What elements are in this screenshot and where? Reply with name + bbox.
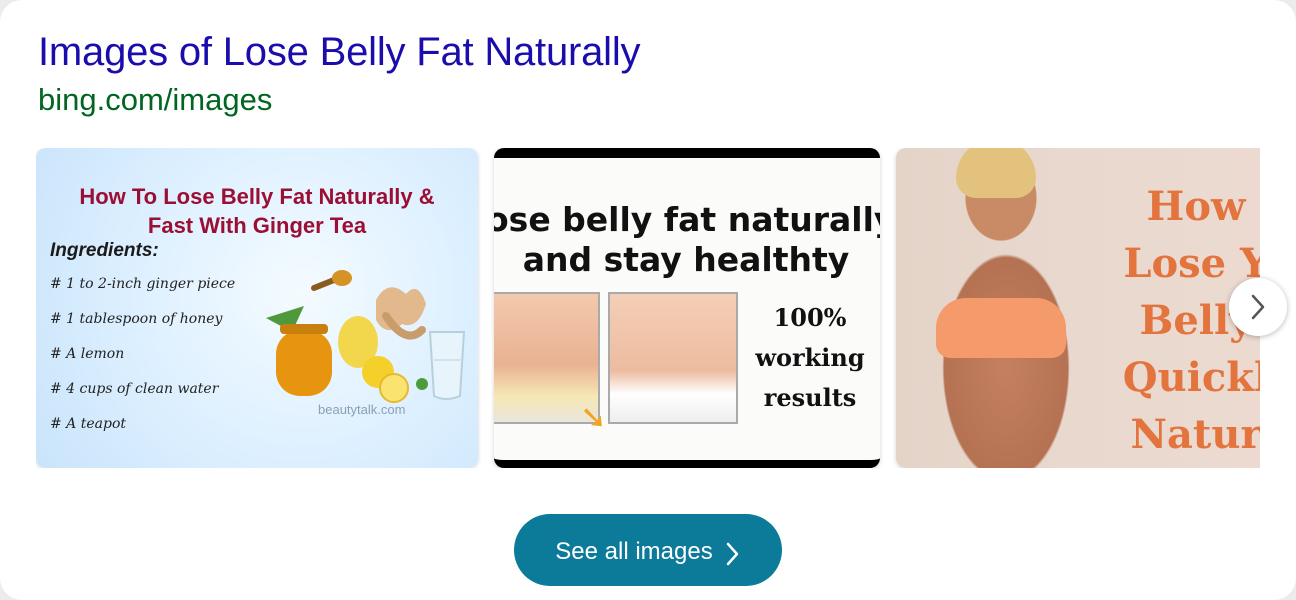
thumbnail-title: ose belly fat naturally and stay healtht…	[494, 200, 880, 280]
see-all-images-button[interactable]: See all images	[514, 514, 782, 586]
ingredients-label: Ingredients:	[50, 240, 159, 261]
results-line: 100%	[773, 303, 847, 332]
curved-arrow-icon: ➘	[580, 399, 607, 435]
source-url: bing.com/images	[38, 82, 273, 117]
thumbnail-title-line: ose belly fat naturally	[494, 200, 880, 239]
ingredient-item: # 1 tablespoon of honey	[50, 311, 223, 327]
results-line: results	[763, 383, 857, 412]
image-thumbnail-stay-healthy[interactable]: ose belly fat naturally and stay healtht…	[494, 148, 880, 468]
thumbnail-title-line: How	[1146, 183, 1246, 230]
ingredients-list: # 1 to 2-inch ginger piece # 1 tablespoo…	[50, 276, 235, 451]
results-line: working	[755, 343, 865, 372]
thumbnail-title-line: Quickl	[1122, 354, 1260, 401]
ingredient-item: # A teapot	[50, 416, 127, 432]
thumbnail-title: How To Lose Belly Fat Naturally & Fast W…	[36, 182, 478, 240]
results-text: 100% working results	[744, 298, 876, 418]
chevron-right-icon	[1251, 294, 1265, 320]
fitness-model-hair	[956, 148, 1036, 198]
ginger-honey-lemon-illustration	[266, 270, 466, 403]
answer-title-link[interactable]: Images of Lose Belly Fat Naturally	[38, 30, 641, 75]
after-photo	[608, 292, 738, 424]
see-all-label: See all images	[555, 538, 713, 565]
ingredient-item: # A lemon	[50, 346, 125, 362]
fitness-model-top	[936, 298, 1066, 358]
image-answer-card: Images of Lose Belly Fat Naturally bing.…	[0, 0, 1296, 600]
image-thumbnail-lose-belly-quickly[interactable]: How Lose Y Belly Quickl Natur	[896, 148, 1260, 468]
thumbnail-title-line: Natur	[1130, 411, 1260, 458]
thumbnail-title-line: Fast With Ginger Tea	[147, 213, 367, 238]
thumbnail-title-line: and stay healthty	[522, 240, 850, 279]
watermark: beautytalk.com	[318, 402, 406, 417]
chevron-right-icon	[726, 542, 738, 566]
image-thumbnail-ginger-tea[interactable]: How To Lose Belly Fat Naturally & Fast W…	[36, 148, 478, 468]
carousel-next-button[interactable]	[1229, 278, 1287, 336]
ingredient-item: # 1 to 2-inch ginger piece	[50, 276, 236, 292]
thumbnail-title-line: How To Lose Belly Fat Naturally &	[79, 184, 435, 209]
thumbnail-title-line: Lose Y	[1123, 240, 1260, 287]
image-carousel: How To Lose Belly Fat Naturally & Fast W…	[36, 148, 1260, 468]
ingredient-item: # 4 cups of clean water	[50, 381, 219, 397]
